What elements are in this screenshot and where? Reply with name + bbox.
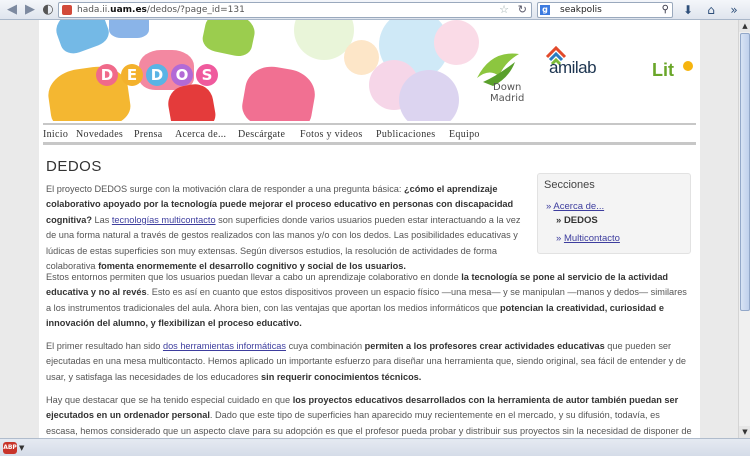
download-icon[interactable]: ⬇ (680, 2, 696, 18)
url-text[interactable]: hada.ii.uam.es/dedos/?page_id=131 (77, 4, 245, 17)
menu-item-acerca-de[interactable]: Acerca de... (175, 128, 226, 141)
decorative-circle (399, 70, 459, 121)
sidebar-title: Secciones (544, 179, 595, 191)
scroll-up-arrow-icon[interactable]: ▲ (739, 20, 750, 32)
hand-illustration (200, 20, 258, 59)
sidebar-item-label[interactable]: Acerca de... (553, 201, 604, 212)
link-dos-herramientas-informaticas[interactable]: dos herramientas informáticas (163, 341, 286, 351)
sidebar-item-dedos[interactable]: » DEDOS (556, 215, 598, 227)
magnifier-icon[interactable]: ⚲ (662, 3, 669, 17)
page-viewport: D E D O S Down Madrid amilab Lit Inicio … (0, 20, 738, 438)
hand-illustration (109, 20, 149, 38)
down-madrid-logo-text: Down Madrid (490, 82, 525, 104)
home-icon[interactable]: ⌂ (703, 2, 719, 18)
address-bar[interactable]: hada.ii.uam.es/dedos/?page_id=131 ☆ ↻ (58, 2, 532, 18)
dedos-logo-letter: D (96, 64, 118, 86)
main-menu: Inicio Novedades Prensa Acerca de... Des… (43, 123, 696, 145)
paragraph-entornos: Estos entornos permiten que los usuarios… (46, 272, 687, 329)
site-identity-icon[interactable]: ◐ (40, 2, 56, 18)
lite-logo-text[interactable]: Lit (652, 60, 674, 81)
menu-item-descargate[interactable]: Descárgate (238, 128, 285, 141)
hand-illustration (45, 62, 133, 121)
dedos-logo-letter: D (146, 64, 168, 86)
sidebar-bullet: » (556, 233, 562, 244)
adblock-icon[interactable]: ABP (3, 442, 17, 454)
paragraph-intro: El proyecto DEDOS surge con la motivació… (46, 184, 521, 272)
browser-toolbar: ◀ ▶ ◐ hada.ii.uam.es/dedos/?page_id=131 … (0, 0, 750, 20)
scrollbar-thumb[interactable] (740, 33, 750, 311)
dedos-logo-letter: S (196, 64, 218, 86)
vertical-scrollbar[interactable]: ▲ ▼ (738, 20, 750, 438)
dedos-logo-letter: E (121, 64, 143, 86)
scroll-down-arrow-icon[interactable]: ▼ (739, 426, 750, 438)
sections-sidebar: Secciones » Acerca de... » DEDOS » Multi… (537, 173, 691, 254)
search-engine-icon[interactable]: g (540, 5, 550, 15)
forward-arrow-icon[interactable]: ▶ (22, 2, 38, 18)
menu-icon[interactable]: » (726, 2, 742, 18)
page-title: DEDOS (46, 158, 102, 175)
hand-illustration (51, 20, 113, 58)
sidebar-item-label[interactable]: DEDOS (564, 215, 598, 226)
status-bar: ABP ▼ (0, 438, 750, 456)
menu-item-inicio[interactable]: Inicio (43, 128, 68, 141)
link-tecnologias-multicontacto[interactable]: tecnologías multicontacto (112, 215, 216, 225)
header-banner: D E D O S Down Madrid amilab Lit (39, 20, 700, 121)
sidebar-item-acerca-de[interactable]: » Acerca de... (546, 201, 604, 213)
sidebar-bullet: » (556, 215, 562, 226)
paragraph-destacar: Hay que destacar que se ha tenido especi… (46, 395, 692, 436)
star-icon[interactable]: ☆ (499, 3, 509, 17)
sidebar-item-label[interactable]: Multicontacto (564, 233, 620, 244)
menu-item-equipo[interactable]: Equipo (449, 128, 480, 141)
chevron-down-icon[interactable]: ▼ (19, 442, 24, 454)
sidebar-item-multicontacto[interactable]: » Multicontacto (556, 233, 620, 245)
menu-item-publicaciones[interactable]: Publicaciones (376, 128, 435, 141)
hand-illustration (239, 62, 319, 121)
menu-item-novedades[interactable]: Novedades (76, 128, 123, 141)
back-arrow-icon[interactable]: ◀ (4, 2, 20, 18)
menu-item-fotos-y-videos[interactable]: Fotos y videos (300, 128, 363, 141)
dedos-logo-letter: O (171, 64, 193, 86)
search-input[interactable]: seakpolis (560, 4, 602, 17)
menu-item-prensa[interactable]: Prensa (134, 128, 162, 141)
reload-icon[interactable]: ↻ (518, 3, 527, 17)
page-container: D E D O S Down Madrid amilab Lit Inicio … (39, 20, 700, 438)
decorative-circle (344, 40, 379, 75)
sidebar-bullet: » (546, 201, 552, 212)
search-bar[interactable]: g seakpolis ⚲ (537, 2, 673, 18)
page-favicon-icon (62, 5, 72, 15)
lite-logo-sun-icon (683, 61, 693, 71)
paragraph-resultado: El primer resultado han sido dos herrami… (46, 341, 686, 382)
amilab-logo-text[interactable]: amilab (549, 58, 597, 78)
